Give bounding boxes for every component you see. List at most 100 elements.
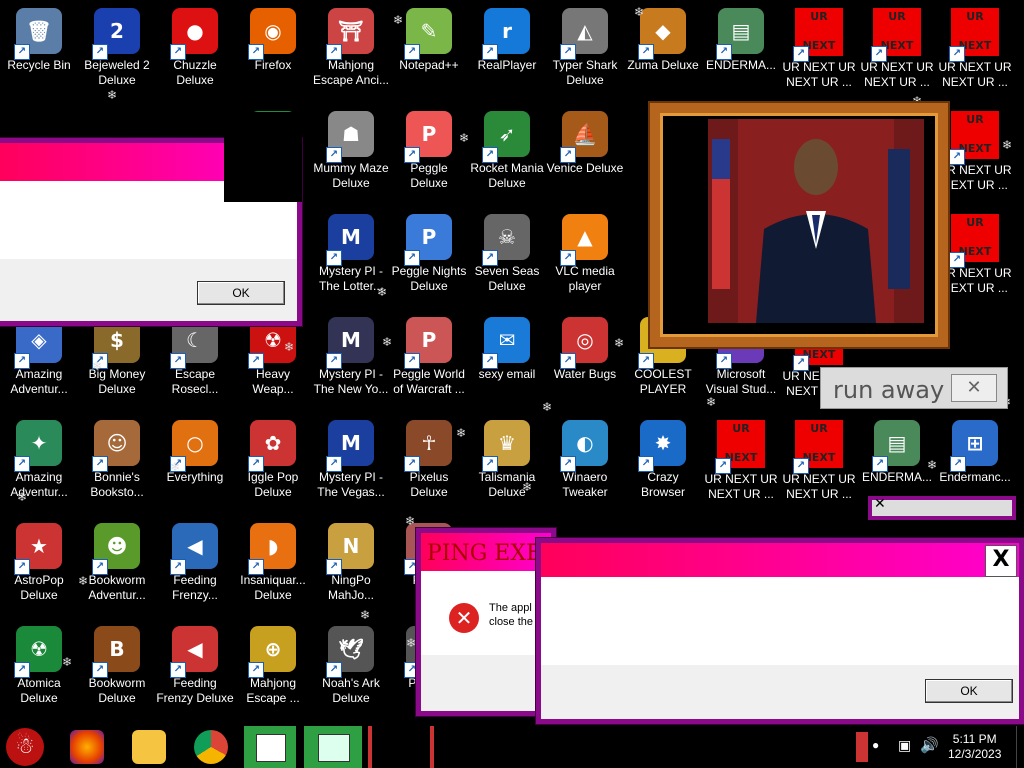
- front-popup-ok-button[interactable]: OK: [925, 679, 1013, 703]
- desktop-shortcut[interactable]: M ↗ Mystery PI - The New Yo...: [312, 309, 390, 409]
- desktop-shortcut[interactable]: ☥ ↗ Pixelus Deluxe: [390, 412, 468, 512]
- desktop-shortcut[interactable]: 🕊 ↗ Noah's Ark Deluxe: [312, 618, 390, 718]
- desktop-shortcut-label: Iggle Pop Deluxe: [247, 470, 299, 499]
- desktop-shortcut[interactable]: ☗ ↗ Mummy Maze Deluxe: [312, 103, 390, 203]
- taskbar-app-1[interactable]: [244, 726, 296, 768]
- desktop-shortcut[interactable]: ☢ ↗ Atomica Deluxe: [0, 618, 78, 718]
- shortcut-arrow-icon: ↗: [482, 147, 498, 163]
- icon-glyph: ✉: [498, 328, 516, 352]
- shortcut-arrow-icon: ↗: [716, 44, 732, 60]
- desktop-shortcut[interactable]: ◀ ↗ Feeding Frenzy Deluxe: [156, 618, 234, 718]
- desktop-shortcut[interactable]: ◉ ↗ Firefox: [234, 0, 312, 100]
- close-icon[interactable]: ✕: [874, 496, 886, 512]
- shortcut-arrow-icon: ↗: [482, 353, 498, 369]
- taskbar-file-explorer-icon[interactable]: [132, 730, 166, 764]
- desktop-shortcut-label: UR NEXT UR NEXT UR ...: [782, 472, 856, 501]
- desktop-shortcut[interactable]: 2 ↗ Bejeweled 2 Deluxe: [78, 0, 156, 100]
- desktop-shortcut[interactable]: URNEXT↗UR NEXT UR NEXT UR ...: [936, 0, 1014, 100]
- desktop-shortcut[interactable]: M ↗ Mystery PI - The Vegas...: [312, 412, 390, 512]
- desktop-shortcut[interactable]: ✎ ↗ Notepad++: [390, 0, 468, 100]
- ping-exe-titlebar[interactable]: PING EXE: [421, 533, 551, 571]
- network-icon[interactable]: ▣: [898, 737, 911, 754]
- desktop-shortcut[interactable]: URNEXT↗UR NEXT UR NEXT UR ...: [858, 0, 936, 100]
- run-away-window[interactable]: run away ✕: [820, 367, 1008, 409]
- front-popup-titlebar[interactable]: X: [541, 543, 1019, 577]
- taskbar-chrome-icon[interactable]: [194, 730, 228, 764]
- ur-text: UR: [732, 422, 750, 435]
- ur-text: UR: [966, 10, 984, 23]
- desktop-shortcut[interactable]: r ↗ RealPlayer: [468, 0, 546, 100]
- partial-window-right[interactable]: ✕: [868, 496, 1016, 520]
- desktop-shortcut[interactable]: URNEXT↗UR NEXT UR NEXT UR ...: [780, 412, 858, 512]
- desktop-shortcut[interactable]: ◆ ↗ Zuma Deluxe: [624, 0, 702, 100]
- notepadpp-icon: ✎ ↗: [404, 8, 452, 60]
- desktop-shortcut[interactable]: URNEXT↗UR NEXT UR NEXT UR ...: [702, 412, 780, 512]
- taskbar-firefox-icon[interactable]: [70, 730, 104, 764]
- desktop-shortcut[interactable]: M ↗ Mystery PI - The Lotter...: [312, 206, 390, 306]
- desktop-shortcut[interactable]: ◐ ↗ Winaero Tweaker: [546, 412, 624, 512]
- close-icon[interactable]: ✕: [951, 374, 997, 402]
- desktop-shortcut-label: Firefox: [254, 58, 292, 72]
- desktop-shortcut-label: Mummy Maze Deluxe: [313, 161, 389, 190]
- desktop-shortcut-label: AstroPop Deluxe: [14, 573, 64, 602]
- desktop-shortcut[interactable]: ⊕ ↗ Mahjong Escape ...: [234, 618, 312, 718]
- desktop-shortcut[interactable]: ◗ ↗ Insaniquar... Deluxe: [234, 515, 312, 615]
- desktop-shortcut[interactable]: ○ ↗ Everything: [156, 412, 234, 512]
- desktop-shortcut[interactable]: ☺ ↗ Bonnie's Booksto...: [78, 412, 156, 512]
- desktop-shortcut[interactable]: ◭ ↗ Typer Shark Deluxe: [546, 0, 624, 100]
- desktop-shortcut[interactable]: ● ↗ Chuzzle Deluxe: [156, 0, 234, 100]
- taskbar-app-2[interactable]: [304, 726, 362, 768]
- shortcut-arrow-icon: ↗: [326, 456, 342, 472]
- ping-exe-window[interactable]: PING EXE ✕ The appl close the: [416, 528, 556, 716]
- desktop-shortcut[interactable]: ⛩ ↗ Mahjong Escape Anci...: [312, 0, 390, 100]
- desktop-shortcut[interactable]: P ↗ Peggle World of Warcraft ...: [390, 309, 468, 409]
- front-popup-window[interactable]: X OK: [536, 538, 1024, 724]
- desktop-shortcut[interactable]: ◀ ↗ Feeding Frenzy...: [156, 515, 234, 615]
- firefox-icon: ◉ ↗: [248, 8, 296, 60]
- desktop-shortcut[interactable]: ✦ ↗ Amazing Adventur...: [0, 412, 78, 512]
- shortcut-arrow-icon: ↗: [248, 662, 264, 678]
- taskbar: ☃ ● ▣ 🔊 5:11 PM 12/3/2023: [0, 726, 1024, 768]
- clock[interactable]: 5:11 PM 12/3/2023: [948, 732, 1001, 762]
- ur-text: UR: [888, 10, 906, 23]
- desktop-shortcut[interactable]: P ↗ Peggle Nights Deluxe: [390, 206, 468, 306]
- desktop-shortcut[interactable]: B ↗ Bookworm Deluxe: [78, 618, 156, 718]
- notepad-window-icon: [256, 734, 286, 762]
- desktop-shortcut[interactable]: ✿ ↗ Iggle Pop Deluxe: [234, 412, 312, 512]
- desktop-shortcut[interactable]: URNEXT↗UR NEXT UR NEXT UR ...: [780, 0, 858, 100]
- desktop-shortcut-label: Insaniquar... Deluxe: [240, 573, 306, 602]
- desktop-shortcut[interactable]: ⛵ ↗ Venice Deluxe: [546, 103, 624, 203]
- left-popup-ok-button[interactable]: OK: [197, 281, 285, 305]
- icon-glyph: ◀: [187, 637, 203, 661]
- close-icon[interactable]: X: [985, 545, 1017, 577]
- desktop-shortcut-label: VLC media player: [555, 264, 615, 293]
- desktop-shortcut[interactable]: ▲ ↗ VLC media player: [546, 206, 624, 306]
- notification-dot-icon[interactable]: ●: [872, 738, 879, 752]
- desktop-shortcut-label: Zuma Deluxe: [627, 58, 699, 72]
- desktop-shortcut[interactable]: ✉ ↗ sexy email: [468, 309, 546, 409]
- mummy-maze-icon: ☗ ↗: [326, 111, 374, 163]
- mahjong-escape-icon: ⛩ ↗: [326, 8, 374, 60]
- desktop-shortcut[interactable]: ★ ↗ AstroPop Deluxe: [0, 515, 78, 615]
- icon-glyph: ⛵: [572, 122, 598, 146]
- icon-glyph: ☢: [30, 637, 48, 661]
- desktop-shortcut[interactable]: ☠ ↗ Seven Seas Deluxe: [468, 206, 546, 306]
- talismania-icon: ♛ ↗: [482, 420, 530, 472]
- shortcut-arrow-icon: ↗: [248, 559, 264, 575]
- desktop-shortcut[interactable]: ✸ ↗ Crazy Browser: [624, 412, 702, 512]
- volume-icon[interactable]: 🔊: [920, 736, 939, 754]
- show-desktop-button[interactable]: [1016, 726, 1023, 768]
- desktop-shortcut-label: Winaero Tweaker: [562, 470, 608, 499]
- desktop-shortcut[interactable]: 🗑 ↗ Recycle Bin: [0, 0, 78, 100]
- start-button[interactable]: ☃: [6, 728, 44, 766]
- desktop-shortcut[interactable]: N ↗ NingPo MahJo...: [312, 515, 390, 615]
- desktop-shortcut[interactable]: P ↗ Peggle Deluxe: [390, 103, 468, 203]
- desktop-shortcut[interactable]: ▤ ↗ ENDERMA...: [702, 0, 780, 100]
- desktop-shortcut[interactable]: ♛ ↗ Talismania Deluxe: [468, 412, 546, 512]
- desktop-shortcut[interactable]: ◎ ↗ Water Bugs: [546, 309, 624, 409]
- icon-glyph: ▤: [731, 19, 751, 43]
- desktop-shortcut[interactable]: ➶ ↗ Rocket Mania Deluxe: [468, 103, 546, 203]
- desktop-shortcut[interactable]: ☻ ↗ Bookworm Adventur...: [78, 515, 156, 615]
- shortcut-arrow-icon: ↗: [92, 559, 108, 575]
- icon-glyph: B: [109, 637, 125, 661]
